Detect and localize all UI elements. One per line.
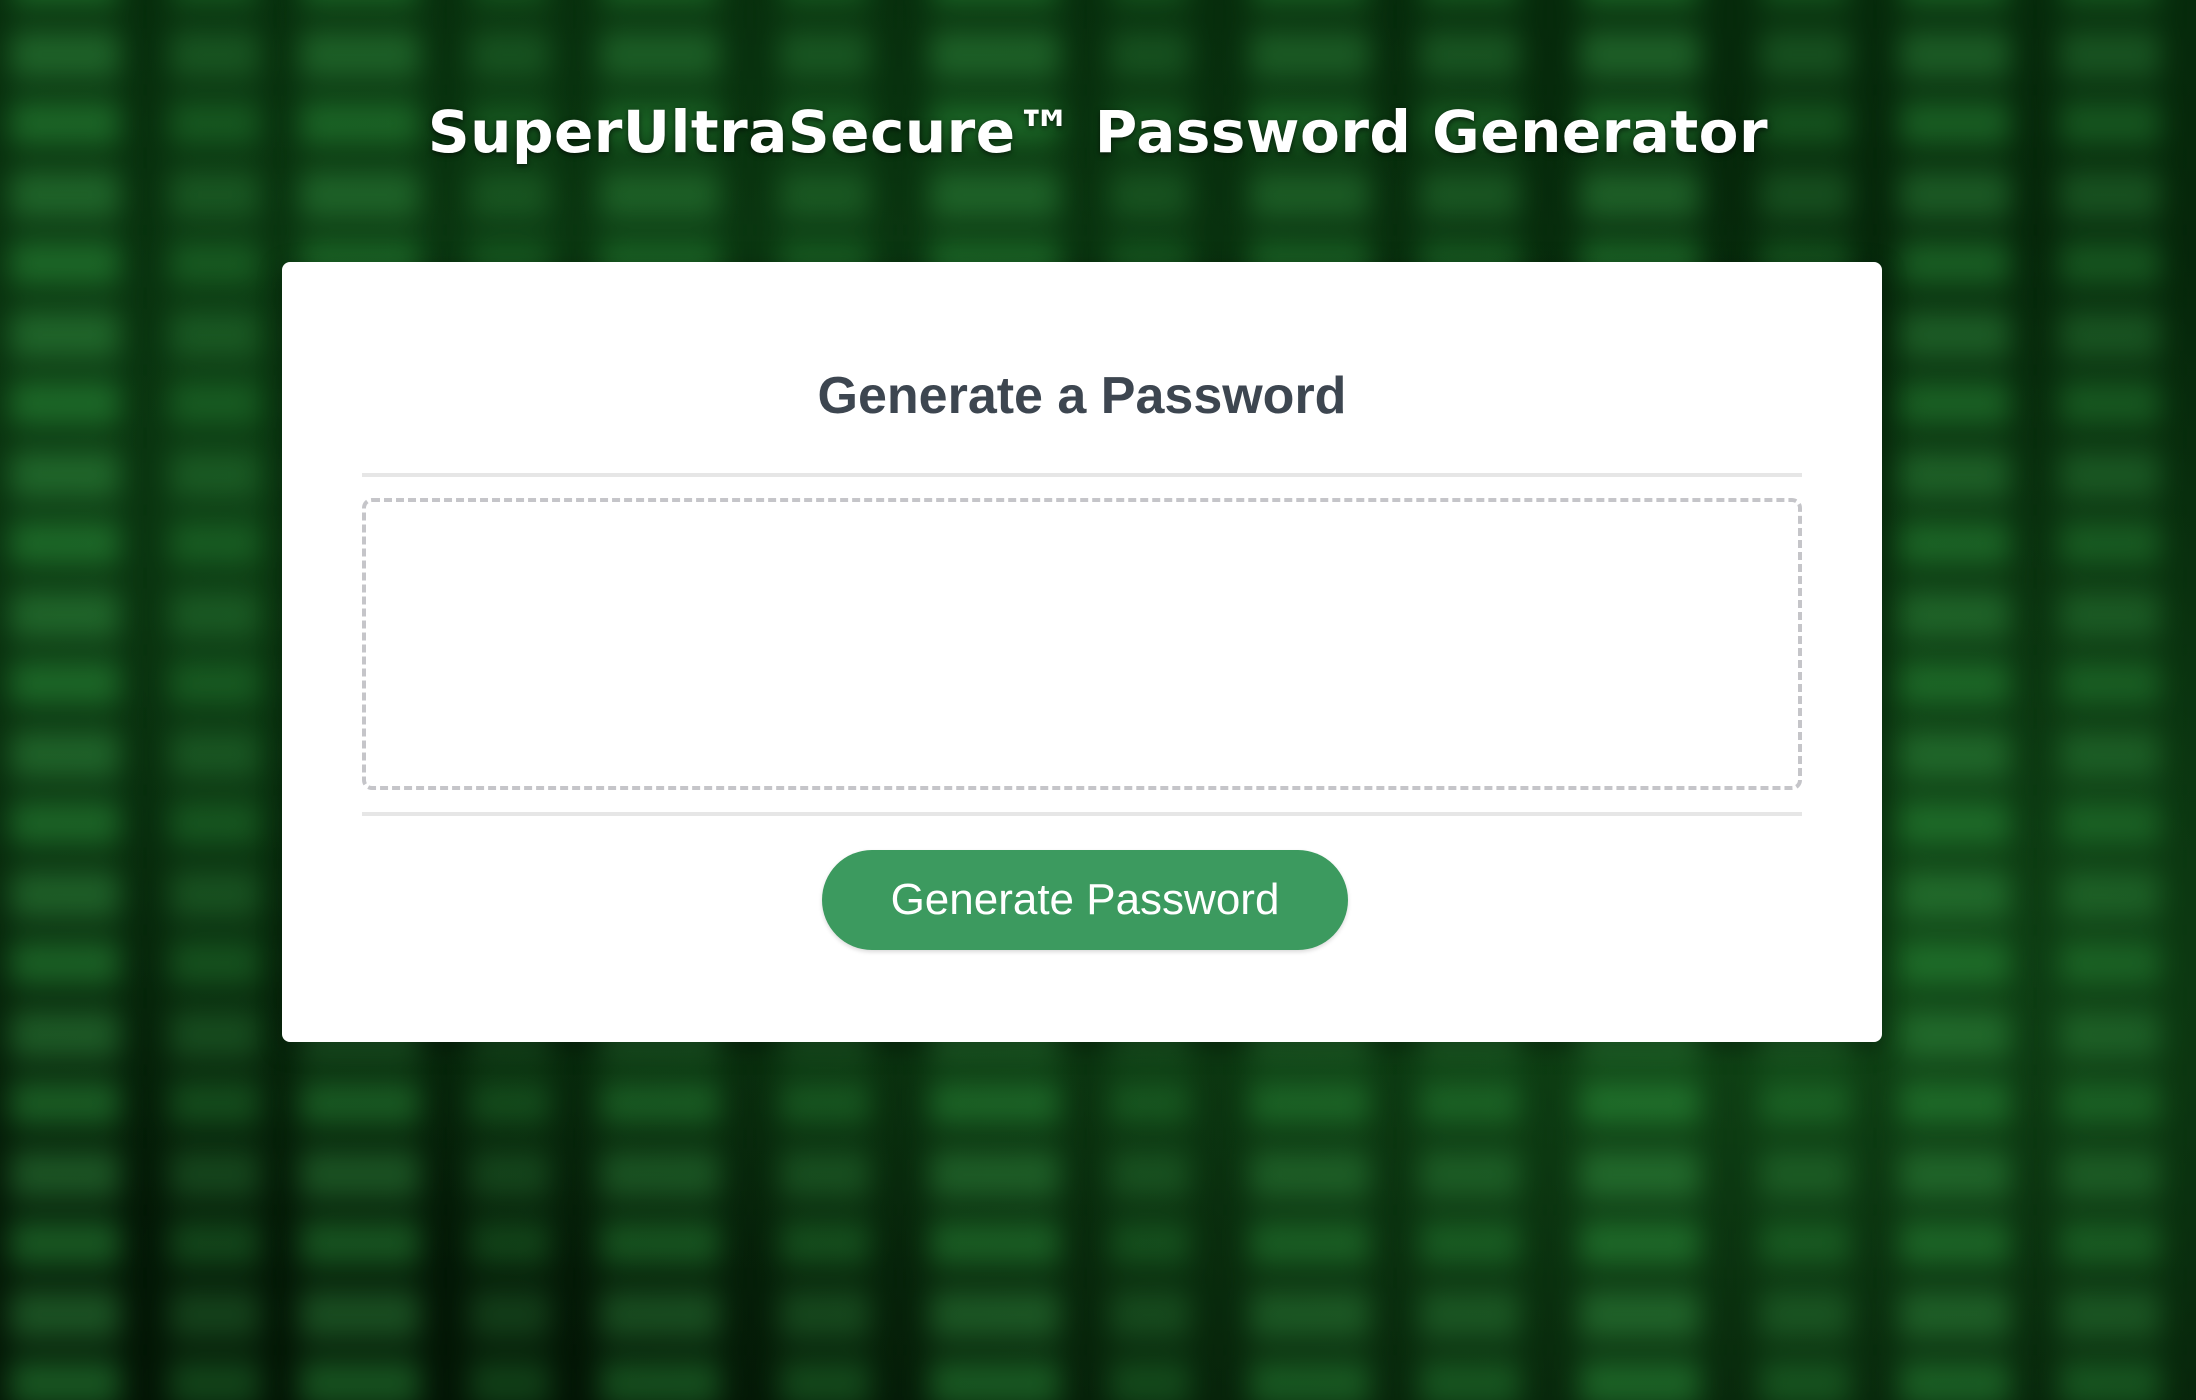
background-code-column	[2060, 0, 2160, 1400]
card-divider-top	[362, 473, 1802, 477]
background-code-column	[1900, 0, 2010, 1400]
background-code-column	[10, 0, 120, 1400]
password-card: Generate a Password Generate Password	[282, 262, 1882, 1042]
background-code-column	[170, 0, 260, 1400]
generate-password-button[interactable]: Generate Password	[822, 850, 1348, 950]
page-title: SuperUltraSecure™ Password Generator	[427, 98, 1769, 166]
password-output-field[interactable]	[362, 498, 1802, 790]
card-divider-bottom	[362, 812, 1802, 816]
card-title: Generate a Password	[817, 367, 1347, 425]
